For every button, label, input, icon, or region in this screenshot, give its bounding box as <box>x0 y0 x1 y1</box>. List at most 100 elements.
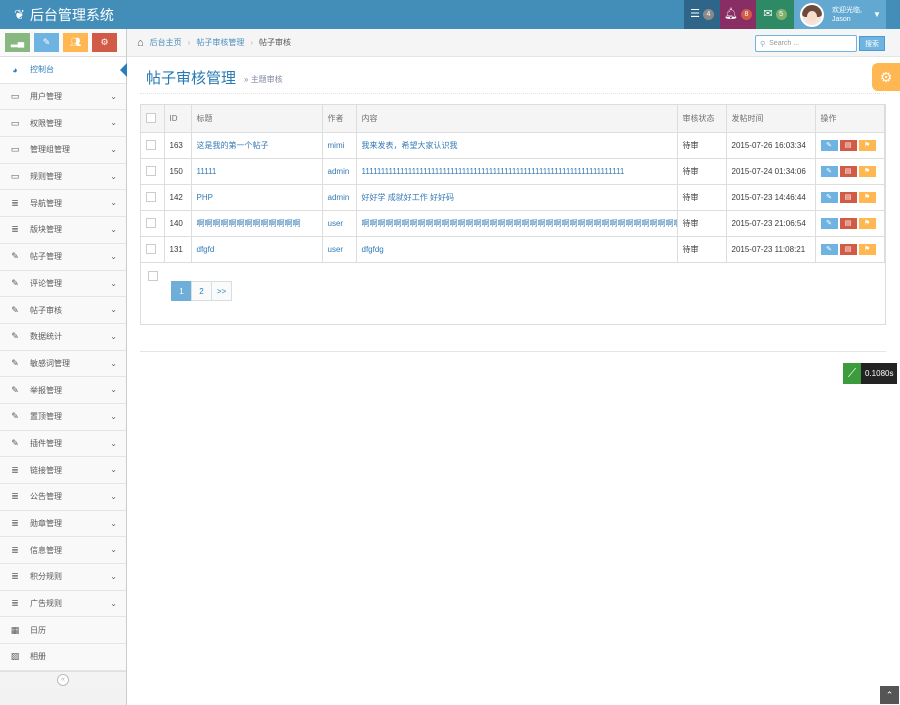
shortcut-edit-button[interactable]: ✎ <box>34 33 59 52</box>
sidebar-item-13[interactable]: ✎ 置顶管理 ⌄ <box>0 403 126 431</box>
sidebar-item-3[interactable]: ▭ 管理组管理 ⌄ <box>0 137 126 164</box>
sidebar-item-0[interactable]: ◕ 控制台 <box>0 57 127 84</box>
breadcrumb-home[interactable]: 后台主页 <box>150 37 182 48</box>
post-title-link[interactable]: 11111 <box>197 167 217 176</box>
row-checkbox[interactable] <box>146 140 156 150</box>
post-title-link[interactable]: 啊啊啊啊啊啊啊啊啊啊啊啊啊 <box>197 219 301 228</box>
scroll-top-button[interactable]: ⌃ <box>880 686 899 704</box>
sidebar-item-1[interactable]: ▭ 用户管理 ⌄ <box>0 83 126 111</box>
pagination: 1 2 >> <box>171 281 232 301</box>
home-icon[interactable]: ⌂ <box>137 37 144 49</box>
select-all-checkbox[interactable] <box>146 113 156 124</box>
row-checkbox[interactable] <box>146 166 156 176</box>
author-link[interactable]: admin <box>328 193 350 202</box>
row-checkbox[interactable] <box>146 192 156 202</box>
edit-button[interactable]: ✎ <box>820 217 838 229</box>
row-checkbox[interactable] <box>148 271 158 282</box>
messages-badge: 5 <box>775 9 787 20</box>
cogs-icon: ⚙ <box>100 37 109 47</box>
flag-button[interactable]: ⚑ <box>858 217 876 229</box>
user-menu[interactable]: 欢迎光临, Jason ▼ <box>794 0 886 29</box>
page-subtitle-text: 主题审核 <box>250 75 283 84</box>
author-link[interactable]: mimi <box>328 141 345 150</box>
shortcut-settings-button[interactable]: ⚙ <box>92 33 117 52</box>
flag-button[interactable]: ⚑ <box>858 243 876 255</box>
content-link[interactable]: 我来发表，希望大家认识我 <box>362 141 458 150</box>
sidebar-item-15[interactable]: ≣ 链接管理 ⌄ <box>0 457 126 484</box>
cell-time: 2015-07-23 11:08:21 <box>726 236 816 263</box>
row-checkbox[interactable] <box>146 244 156 254</box>
search-input[interactable]: ⚲ Search ... <box>755 35 857 52</box>
content-link[interactable]: 啊啊啊啊啊啊啊啊啊啊啊啊啊啊啊啊啊啊啊啊啊啊啊啊啊啊啊啊啊啊啊啊啊啊啊啊啊啊啊啊 <box>362 219 677 228</box>
sidebar-item-20[interactable]: ≣ 广告规则 ⌄ <box>0 590 126 618</box>
sidebar-item-6[interactable]: ≣ 版块管理 ⌄ <box>0 217 126 244</box>
table-row: 142 PHP admin 好好学 成就好工作 好好码 待审 2015-07-23 14:… <box>141 184 885 211</box>
breadcrumb-section[interactable]: 帖子审核管理 <box>196 37 244 48</box>
notifications-button[interactable]: 🔔︎ 8 <box>720 0 756 29</box>
delete-button[interactable]: ▤ <box>839 243 857 255</box>
sidebar-item-18[interactable]: ≣ 信息管理 ⌄ <box>0 537 126 565</box>
cell-id: 131 <box>164 236 192 263</box>
sidebar-item-12[interactable]: ✎ 举报管理 ⌄ <box>0 377 126 404</box>
sidebar-item-5[interactable]: ≣ 导航管理 ⌄ <box>0 190 126 218</box>
page-2-button[interactable]: 2 <box>191 281 212 301</box>
page-1-button[interactable]: 1 <box>171 281 192 301</box>
sidebar-collapse-button[interactable]: « <box>0 670 126 689</box>
edit-icon: ✎ <box>826 220 832 227</box>
delete-button[interactable]: ▤ <box>839 191 857 203</box>
sidebar-item-14[interactable]: ✎ 插件管理 ⌄ <box>0 430 126 458</box>
column-header-id: ID <box>164 105 192 133</box>
author-link[interactable]: user <box>328 245 344 254</box>
messages-button[interactable]: ✉ 5 <box>756 0 794 29</box>
table-body: 163 这是我的第一个帖子 mimi 我来发表，希望大家认识我 待审 2015-07-26… <box>141 132 885 263</box>
sidebar-item-19[interactable]: ≣ 积分规则 ⌄ <box>0 564 126 591</box>
next-page-button[interactable]: >> <box>211 281 232 301</box>
content-link[interactable]: 好好学 成就好工作 好好码 <box>362 193 454 202</box>
pencil-icon: ✎ <box>42 37 51 47</box>
flag-button[interactable]: ⚑ <box>858 165 876 177</box>
content-link[interactable]: 1111111111111111111111111111111111111111… <box>362 167 625 176</box>
brand[interactable]: ❦ 后台管理系统 <box>14 5 114 25</box>
row-checkbox[interactable] <box>146 218 156 228</box>
sidebar-item-22[interactable]: ▨ 相册 <box>0 644 126 671</box>
sidebar-item-21[interactable]: ▦ 日历 <box>0 617 126 645</box>
sidebar-item-16[interactable]: ≣ 公告管理 ⌄ <box>0 484 126 511</box>
table-header-row: ID 标题 作者 内容 审核状态 发帖时间 操作 <box>141 105 885 133</box>
sidebar-item-4[interactable]: ▭ 规则管理 ⌄ <box>0 163 126 191</box>
edit-button[interactable]: ✎ <box>820 139 838 151</box>
author-link[interactable]: user <box>328 219 344 228</box>
flag-button[interactable]: ⚑ <box>858 191 876 203</box>
edit-icon: ✎ <box>826 142 832 149</box>
picture-icon: ▨ <box>10 651 20 662</box>
sidebar-item-17[interactable]: ≣ 勋章管理 ⌄ <box>0 510 126 538</box>
flag-button[interactable]: ⚑ <box>858 139 876 151</box>
sidebar-item-10[interactable]: ✎ 数据统计 ⌄ <box>0 323 126 351</box>
leaf-icon: ❦ <box>14 7 25 22</box>
delete-button[interactable]: ▤ <box>839 139 857 151</box>
sidebar-item-11[interactable]: ✎ 敏感词管理 ⌄ <box>0 350 126 378</box>
post-title-link[interactable]: dfgfd <box>197 245 215 254</box>
sidebar-item-9[interactable]: ✎ 帖子审核 ⌄ <box>0 297 126 324</box>
sidebar-item-2[interactable]: ▭ 权限管理 ⌄ <box>0 110 126 138</box>
search-button[interactable]: 搜索 <box>859 36 885 51</box>
sidebar-item-7[interactable]: ✎ 帖子管理 ⌄ <box>0 243 126 271</box>
tasks-button[interactable]: ☰ 4 <box>684 0 720 29</box>
breadcrumb-separator: › <box>187 38 191 47</box>
shortcut-stats-button[interactable]: ▂▄ <box>5 33 30 52</box>
author-link[interactable]: admin <box>328 167 350 176</box>
tasks-badge: 4 <box>702 9 714 20</box>
shortcut-users-button[interactable]: 👥︎ <box>63 33 88 52</box>
cell-id: 150 <box>164 158 192 185</box>
sidebar-item-8[interactable]: ✎ 评论管理 ⌄ <box>0 270 126 298</box>
delete-button[interactable]: ▤ <box>839 217 857 229</box>
chevron-down-icon: ⌄ <box>110 225 117 235</box>
post-title-link[interactable]: PHP <box>197 193 213 202</box>
edit-button[interactable]: ✎ <box>820 191 838 203</box>
edit-button[interactable]: ✎ <box>820 165 838 177</box>
delete-button[interactable]: ▤ <box>839 165 857 177</box>
content-link[interactable]: dfgfdg <box>362 245 384 254</box>
breadcrumb-separator: › <box>250 38 253 47</box>
group-icon: 👥︎ <box>69 37 82 47</box>
post-title-link[interactable]: 这是我的第一个帖子 <box>197 141 269 150</box>
edit-button[interactable]: ✎ <box>820 243 838 255</box>
